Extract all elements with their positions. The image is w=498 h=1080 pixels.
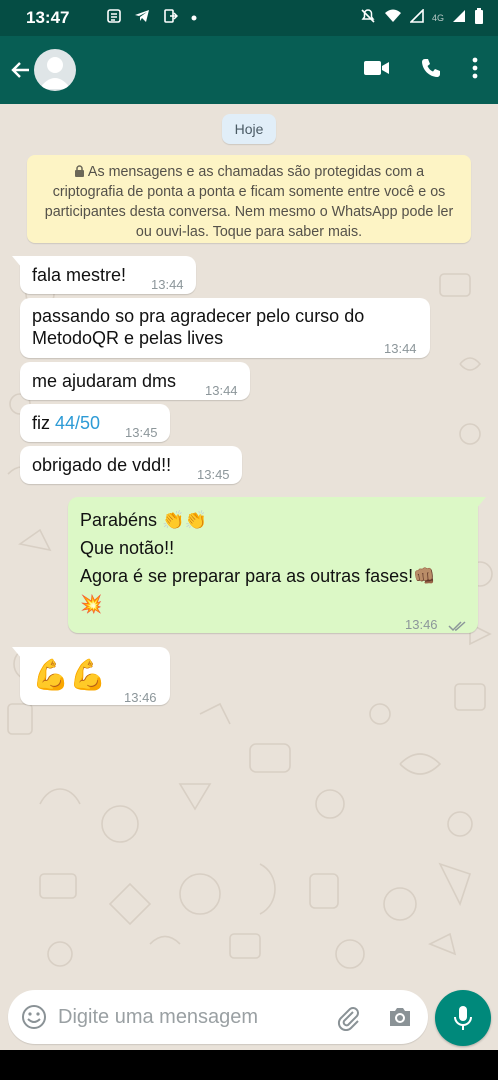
wifi-icon <box>384 8 402 29</box>
mic-icon <box>454 1006 472 1030</box>
bubble-tail <box>12 256 22 268</box>
status-bar: 13:47 4G <box>0 0 498 36</box>
message-time: 13:45 <box>197 467 230 482</box>
message-time: 13:45 <box>125 425 158 440</box>
message-time: 13:44 <box>205 383 238 398</box>
message-placeholder: Digite uma mensagem <box>58 1006 259 1028</box>
message-text: 💪💪 <box>32 659 107 692</box>
message-text-line1: passando so pra agradecer pelo curso do <box>32 306 365 326</box>
telegram-icon <box>134 8 150 29</box>
message-text: me ajudaram dms <box>32 371 177 391</box>
message-bubble-incoming[interactable]: 💪💪 13:46 <box>12 647 170 705</box>
message-bubble-incoming[interactable]: fala mestre! 13:44 <box>12 256 196 294</box>
signal-icon <box>409 7 424 28</box>
back-arrow-icon[interactable] <box>8 57 34 83</box>
signal-icon <box>452 9 466 28</box>
message-text: fiz 44/50 <box>32 412 100 434</box>
message-time: 13:44 <box>151 277 184 292</box>
message-text: obrigado de vdd!! <box>32 455 172 475</box>
video-call-icon[interactable] <box>364 59 390 82</box>
message-text: fala mestre! <box>32 265 127 285</box>
input-bar: Digite uma mensagem <box>0 982 498 1050</box>
more-vert-icon[interactable] <box>472 57 478 84</box>
message-bubble-outgoing[interactable]: Parabéns 👏👏 Que notão!! Agora é se prepa… <box>68 497 486 633</box>
system-nav-bar <box>0 1050 498 1080</box>
mute-icon <box>360 8 376 29</box>
exit-icon <box>162 8 179 29</box>
phone-icon[interactable] <box>420 57 442 84</box>
attach-icon[interactable] <box>334 1003 362 1032</box>
status-time: 13:47 <box>26 8 70 27</box>
chat-area[interactable]: Hoje As mensagens e as chamadas são prot… <box>0 104 498 982</box>
encryption-notice[interactable]: As mensagens e as chamadas são protegida… <box>27 155 471 243</box>
message-text-line2: Que notão!! <box>80 538 175 558</box>
emoji-icon[interactable] <box>20 1003 48 1031</box>
battery-icon <box>474 7 484 29</box>
mic-button[interactable] <box>435 990 491 1046</box>
camera-icon[interactable] <box>386 1003 414 1031</box>
message-bubble-incoming[interactable]: fiz 44/50 13:45 <box>20 404 170 442</box>
message-time: 13:44 <box>384 341 417 356</box>
message-text-prefix: fiz <box>32 413 56 433</box>
double-check-icon <box>448 615 468 637</box>
date-chip: Hoje <box>222 114 276 144</box>
message-time: 13:46 <box>124 690 157 705</box>
dot-icon <box>190 9 198 27</box>
message-text-line2: MetodoQR e pelas lives <box>32 328 224 348</box>
network-type-label: 4G <box>431 13 444 23</box>
gallery-icon <box>106 8 122 29</box>
message-link[interactable]: 44/50 <box>55 413 100 433</box>
encryption-notice-text: As mensagens e as chamadas são protegida… <box>44 164 454 240</box>
message-bubble-incoming[interactable]: passando so pra agradecer pelo curso do … <box>20 298 430 358</box>
bubble-tail <box>12 647 22 659</box>
message-bubble-incoming[interactable]: me ajudaram dms 13:44 <box>20 362 250 400</box>
message-text-line4: 💥 <box>80 594 103 614</box>
message-input[interactable]: Digite uma mensagem <box>8 990 428 1044</box>
chat-header <box>0 36 498 104</box>
message-text-line1: Parabéns 👏👏 <box>80 510 207 530</box>
lock-icon <box>74 165 84 177</box>
bubble-tail <box>476 497 486 509</box>
avatar-icon <box>39 57 71 89</box>
avatar[interactable] <box>34 49 76 91</box>
message-text-line3: Agora é se preparar para as outras fases… <box>80 566 436 586</box>
message-time: 13:46 <box>405 617 438 632</box>
message-bubble-incoming[interactable]: obrigado de vdd!! 13:45 <box>20 446 242 484</box>
